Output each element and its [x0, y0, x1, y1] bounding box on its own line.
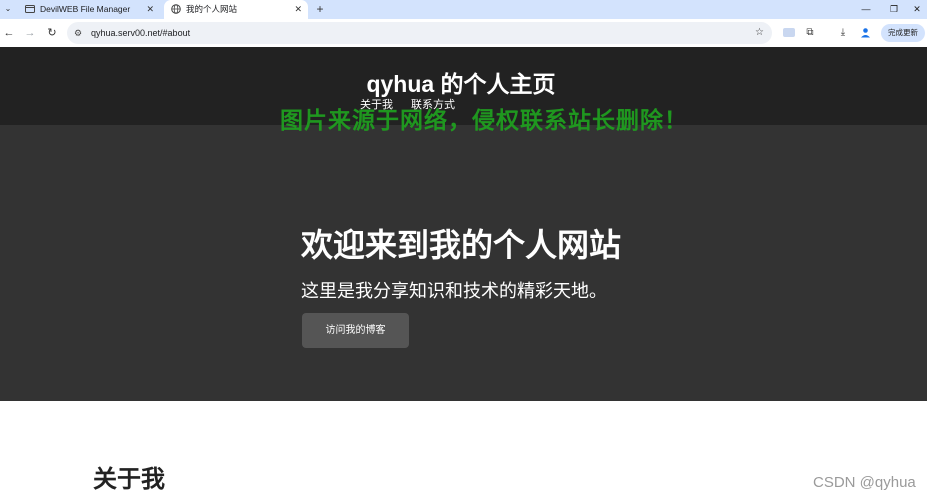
tab-personal-site[interactable]: 我的个人网站 ✕ — [164, 0, 308, 19]
extensions-puzzle-icon[interactable]: ⧉ — [802, 25, 818, 41]
hero-subtitle: 这里是我分享知识和技术的精彩天地。 — [301, 281, 607, 301]
new-tab-plus-icon[interactable]: + — [313, 0, 327, 19]
csdn-watermark: CSDN @qyhua — [813, 474, 916, 491]
address-bar[interactable]: ⚙ qyhua.serv00.net/#about ☆ — [67, 22, 772, 44]
restore-icon[interactable]: ❐ — [880, 0, 908, 19]
forward-arrow-icon[interactable]: → — [22, 25, 38, 41]
browser-toolbar: ← → ↻ ⚙ qyhua.serv00.net/#about ☆ ⧉ ⤓ 完成… — [0, 19, 927, 47]
url-text[interactable]: qyhua.serv00.net/#about — [91, 22, 190, 44]
close-icon[interactable]: ✕ — [294, 0, 302, 19]
profile-avatar-icon[interactable] — [857, 25, 873, 41]
reload-icon[interactable]: ↻ — [44, 25, 60, 41]
visit-blog-button[interactable]: 访问我的博客 — [302, 313, 409, 348]
back-arrow-icon[interactable]: ← — [1, 25, 17, 41]
complete-update-button[interactable]: 完成更新 — [881, 24, 925, 42]
site-info-icon[interactable]: ⚙ — [74, 27, 86, 39]
tab-file-manager[interactable]: DevilWEB File Manager - pul ✕ — [18, 0, 160, 19]
tab-search-chevron-icon[interactable]: ⌄ — [2, 2, 14, 16]
minimize-icon[interactable]: — — [852, 0, 880, 19]
cast-icon[interactable] — [781, 25, 797, 41]
tab-title: 我的个人网站 — [186, 4, 238, 14]
hero-section: 欢迎来到我的个人网站 这里是我分享知识和技术的精彩天地。 访问我的博客 — [0, 125, 927, 401]
bookmark-star-icon[interactable]: ☆ — [755, 22, 764, 44]
tab-strip: ⌄ DevilWEB File Manager - pul ✕ 我的个人网站 ✕… — [0, 0, 927, 19]
hero-title: 欢迎来到我的个人网站 — [301, 227, 622, 263]
window-close-icon[interactable]: ✕ — [907, 0, 927, 19]
site-title: qyhua 的个人主页 — [366, 71, 556, 97]
copyright-watermark: 图片来源于网络，侵权联系站长删除！ — [280, 107, 688, 133]
download-icon[interactable]: ⤓ — [835, 25, 851, 41]
tab-title: DevilWEB File Manager - pul — [40, 4, 132, 14]
close-icon[interactable]: ✕ — [146, 0, 154, 19]
page-icon — [25, 5, 35, 13]
globe-icon — [171, 4, 181, 14]
about-section-title: 关于我 — [93, 466, 165, 493]
